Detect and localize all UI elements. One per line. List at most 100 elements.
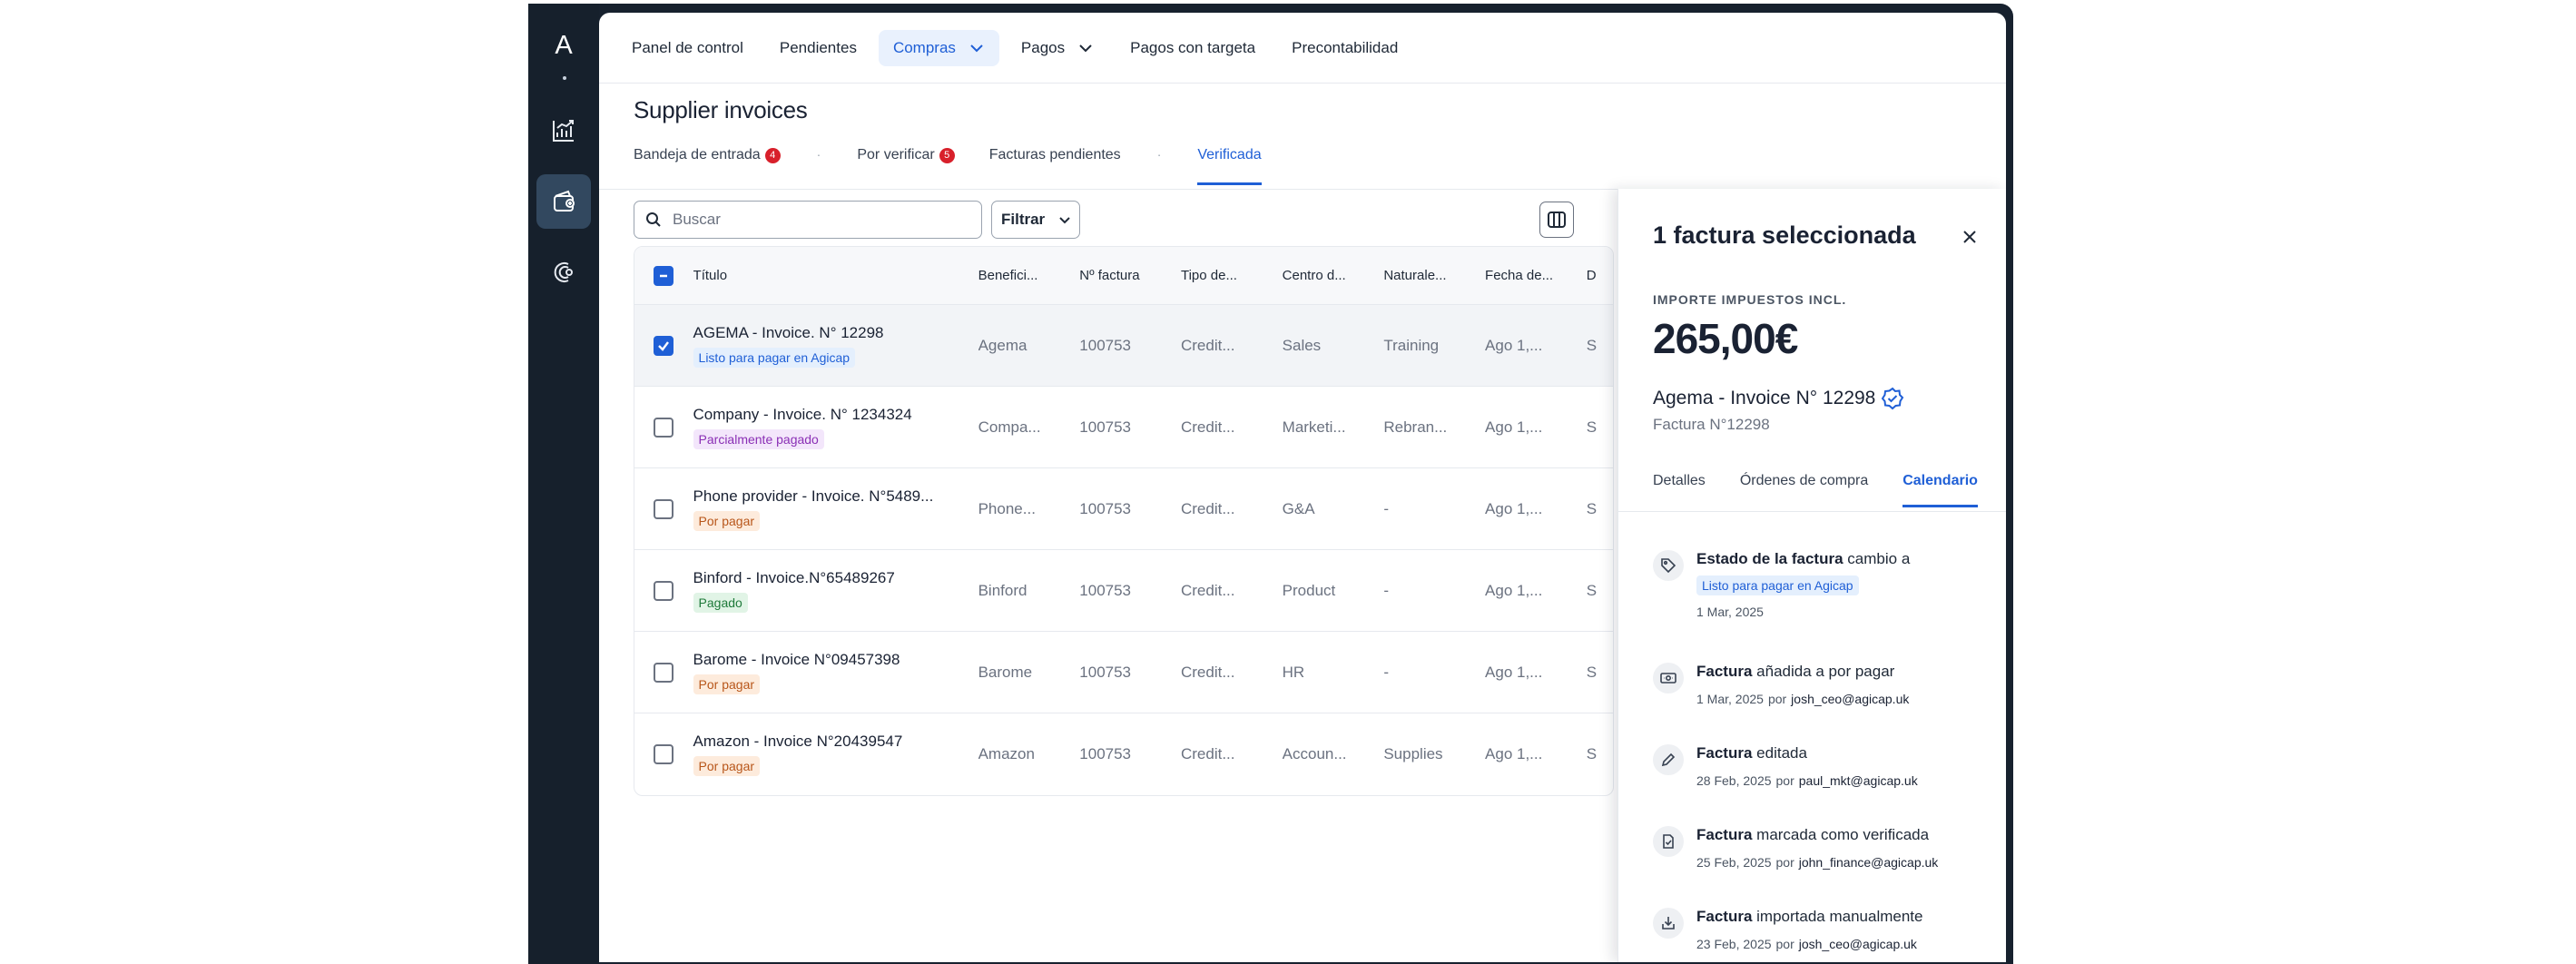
nav-item-panel[interactable]: Panel de control: [617, 30, 758, 66]
tag-icon: [1661, 558, 1676, 574]
row-checkbox[interactable]: [654, 498, 674, 519]
tab-bandeja[interactable]: Bandeja de entrada 4: [634, 147, 781, 185]
cell-number: 100753: [1079, 745, 1132, 762]
cell-type: Credit...: [1180, 336, 1235, 354]
tab-detalles[interactable]: Detalles: [1653, 473, 1706, 507]
table-row[interactable]: Binford - Invoice.N°65489267 Pagado Binf…: [634, 550, 1613, 632]
row-title: Binford - Invoice.N°65489267: [693, 568, 895, 586]
column-header[interactable]: D: [1587, 268, 1613, 283]
search-box[interactable]: [634, 201, 982, 239]
cell-date: Ago 1,...: [1485, 745, 1543, 762]
status-badge: Parcialmente pagado: [693, 428, 824, 449]
cell-number: 100753: [1079, 499, 1132, 517]
column-header[interactable]: Benefici...: [978, 268, 1080, 283]
row-checkbox[interactable]: [654, 335, 674, 356]
rail-item-analytics[interactable]: [536, 103, 591, 158]
timeline-subject: Factura: [1696, 826, 1753, 843]
cell-nature: -: [1383, 663, 1390, 681]
pencil-icon: [1661, 753, 1676, 767]
timeline-date: 1 Mar, 2025: [1696, 605, 1764, 619]
cell-number: 100753: [1079, 663, 1132, 681]
timeline-user: john_finance@agicap.uk: [1798, 855, 1939, 870]
status-badge: Pagado: [693, 592, 748, 613]
nav-item-pagos[interactable]: Pagos: [1007, 30, 1108, 66]
cell-beneficiary: Amazon: [978, 745, 1035, 762]
status-tabs: Bandeja de entrada 4 · Por verificar 5 F…: [634, 147, 1262, 189]
select-all-checkbox[interactable]: [654, 265, 674, 286]
invoices-table: Título Benefici... Nº factura Tipo de...…: [634, 246, 1614, 796]
row-checkbox[interactable]: [654, 580, 674, 601]
nav-label: Pendientes: [779, 38, 857, 56]
tab-separator: ·: [816, 147, 821, 162]
tab-label: Verificada: [1197, 147, 1262, 162]
search-input[interactable]: [673, 211, 963, 229]
nav-item-precontabilidad[interactable]: Precontabilidad: [1277, 30, 1412, 66]
column-header[interactable]: Título: [693, 268, 978, 283]
column-header[interactable]: Tipo de...: [1181, 268, 1283, 283]
cell-nature: -: [1383, 581, 1390, 599]
table-row[interactable]: Phone provider - Invoice. N°5489... Por …: [634, 468, 1613, 550]
cell-date: Ago 1,...: [1485, 581, 1543, 599]
coin-icon: [554, 262, 573, 282]
timeline-subject: Factura: [1696, 908, 1753, 925]
filter-button[interactable]: Filtrar: [991, 201, 1080, 239]
row-checkbox[interactable]: [654, 662, 674, 683]
minus-icon: [660, 274, 668, 277]
chevron-down-icon: [1059, 217, 1070, 224]
table-row[interactable]: AGEMA - Invoice. N° 12298 Listo para pag…: [634, 305, 1613, 387]
table-row[interactable]: Company - Invoice. N° 1234324 Parcialmen…: [634, 387, 1613, 468]
cell-date: Ago 1,...: [1485, 663, 1543, 681]
nav-label: Pagos con targeta: [1130, 38, 1256, 56]
rail-item-payables[interactable]: [536, 174, 591, 229]
nav-item-pagos-targeta[interactable]: Pagos con targeta: [1116, 30, 1270, 66]
panel-tabs-divider: [1618, 511, 2006, 512]
timeline-action: marcada como verificada: [1756, 826, 1930, 843]
wallet-icon: [554, 190, 575, 211]
timeline-subject: Factura: [1696, 663, 1753, 680]
column-header[interactable]: Centro d...: [1283, 268, 1384, 283]
row-title: AGEMA - Invoice. N° 12298: [693, 323, 884, 341]
nav-item-compras[interactable]: Compras: [878, 29, 999, 66]
cell-extra: S: [1586, 418, 1598, 436]
device-frame: A Panel de control Pendientes Compras Pa…: [528, 4, 2013, 964]
cell-number: 100753: [1079, 336, 1132, 354]
cell-nature: -: [1383, 499, 1390, 517]
timeline-user: josh_ceo@agicap.uk: [1791, 692, 1910, 706]
close-icon: [1963, 231, 1976, 243]
count-badge: 5: [939, 147, 955, 163]
tab-facturas-pendientes[interactable]: Facturas pendientes: [989, 147, 1121, 185]
timeline-action: editada: [1756, 744, 1807, 762]
cell-extra: S: [1586, 581, 1598, 599]
nav-item-pendientes[interactable]: Pendientes: [765, 30, 871, 66]
count-badge: 4: [764, 147, 781, 163]
tab-por-verificar[interactable]: Por verificar 5: [857, 147, 955, 185]
table-header: Título Benefici... Nº factura Tipo de...…: [634, 247, 1613, 305]
column-header[interactable]: Fecha de...: [1485, 268, 1587, 283]
tab-calendario[interactable]: Calendario: [1903, 473, 1978, 507]
cell-extra: S: [1586, 336, 1598, 354]
page-title: Supplier invoices: [634, 96, 808, 123]
cell-extra: S: [1586, 499, 1598, 517]
tab-ordenes-compra[interactable]: Órdenes de compra: [1740, 473, 1868, 507]
row-checkbox[interactable]: [654, 417, 674, 438]
column-header[interactable]: Naturale...: [1383, 268, 1485, 283]
filter-label: Filtrar: [1001, 211, 1046, 228]
timeline-date: 25 Feb, 2025: [1696, 855, 1772, 870]
table-row[interactable]: Amazon - Invoice N°20439547 Por pagar Am…: [634, 713, 1613, 795]
row-title: Barome - Invoice N°09457398: [693, 650, 900, 668]
close-button[interactable]: [1956, 223, 1983, 251]
table-row[interactable]: Barome - Invoice N°09457398 Por pagar Ba…: [634, 632, 1613, 713]
column-header[interactable]: Nº factura: [1079, 268, 1181, 283]
columns-button[interactable]: [1539, 202, 1574, 238]
cell-center: Marketi...: [1282, 418, 1346, 436]
row-checkbox[interactable]: [654, 744, 674, 764]
tab-verificada[interactable]: Verificada: [1197, 147, 1262, 185]
cell-center: Accoun...: [1282, 745, 1347, 762]
timeline-by: por: [1775, 937, 1794, 951]
tab-separator: ·: [1156, 147, 1162, 162]
cell-beneficiary: Barome: [978, 663, 1033, 681]
rail-item-finance[interactable]: [536, 245, 591, 300]
timeline-date: 1 Mar, 2025: [1696, 692, 1764, 706]
cell-number: 100753: [1079, 418, 1132, 436]
status-badge: Listo para pagar en Agicap: [1696, 575, 1859, 595]
